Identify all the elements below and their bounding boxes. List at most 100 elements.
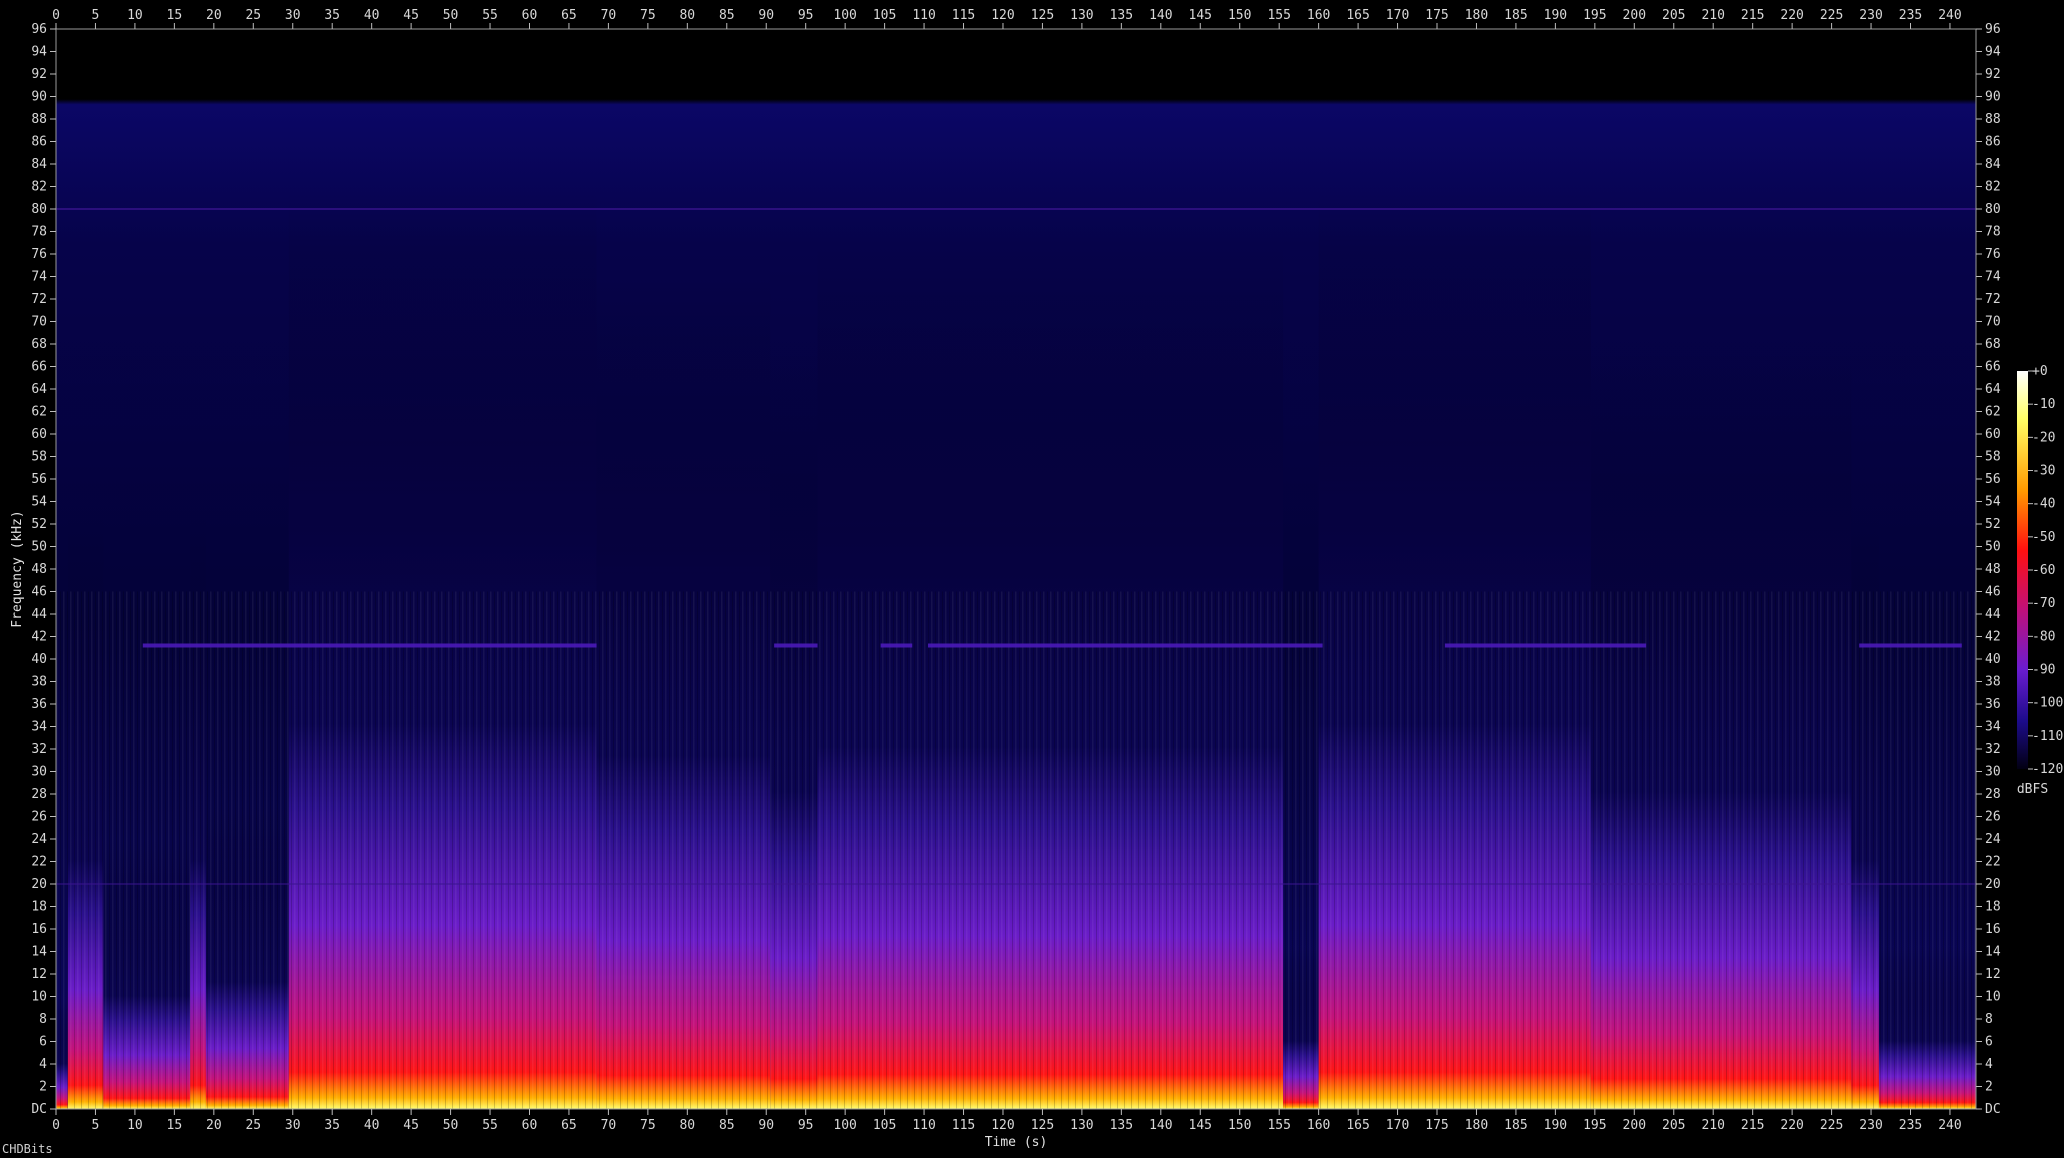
y-tick-label-right: 82 xyxy=(1985,180,2001,195)
x-tick-label-top: 220 xyxy=(1780,8,1803,23)
colorbar-tick-label: -10 xyxy=(2032,397,2055,412)
tone-line xyxy=(880,643,913,648)
x-tick-label-top: 50 xyxy=(443,8,459,23)
y-tick-label-right: 62 xyxy=(1985,405,2001,420)
y-tick-label-right: 38 xyxy=(1985,675,2001,690)
x-tick-label-top: 70 xyxy=(601,8,617,23)
y-tick-label: 24 xyxy=(31,832,47,847)
x-tick-label-top: 185 xyxy=(1504,8,1527,23)
x-tick-label: 5 xyxy=(92,1118,100,1133)
y-tick-label: 42 xyxy=(31,630,47,645)
y-tick-label-right: 8 xyxy=(1985,1012,1993,1027)
x-tick-label-top: 95 xyxy=(798,8,814,23)
y-tick-label: 58 xyxy=(31,450,47,465)
x-tick-label-top: 30 xyxy=(285,8,301,23)
x-tick-label: 55 xyxy=(482,1118,498,1133)
x-tick-label: 60 xyxy=(522,1118,538,1133)
y-tick-label-right: 80 xyxy=(1985,202,2001,217)
colorbar-tick-label: -30 xyxy=(2032,464,2055,479)
y-tick-label-right: 92 xyxy=(1985,67,2001,82)
x-tick-label: 170 xyxy=(1386,1118,1409,1133)
x-tick-label-top: 155 xyxy=(1267,8,1290,23)
x-tick-label-top: 120 xyxy=(991,8,1014,23)
x-tick-label-top: 40 xyxy=(364,8,380,23)
x-tick-label-top: 150 xyxy=(1228,8,1251,23)
colorbar-tick-label: -110 xyxy=(2032,729,2063,744)
x-tick-label: 185 xyxy=(1504,1118,1527,1133)
x-tick-label-top: 130 xyxy=(1070,8,1093,23)
x-tick-label-top: 160 xyxy=(1307,8,1330,23)
y-tick-label: 92 xyxy=(31,67,47,82)
x-tick-label-top: 195 xyxy=(1583,8,1606,23)
y-tick-label-right: 84 xyxy=(1985,157,2001,172)
x-tick-label-top: 5 xyxy=(92,8,100,23)
colorbar-tick-label: -60 xyxy=(2032,563,2055,578)
y-tick-label-right: 72 xyxy=(1985,292,2001,307)
y-tick-label: 62 xyxy=(31,405,47,420)
colorbar-tick-label: -20 xyxy=(2032,430,2055,445)
y-tick-label: 26 xyxy=(31,810,47,825)
colorbar-tick-label: -120 xyxy=(2032,762,2063,777)
x-tick-label: 195 xyxy=(1583,1118,1606,1133)
y-tick-label-right: 94 xyxy=(1985,45,2001,60)
y-tick-label: 28 xyxy=(31,787,47,802)
y-tick-label-right: 14 xyxy=(1985,945,2001,960)
y-tick-label-right: 26 xyxy=(1985,810,2001,825)
y-tick-label: 88 xyxy=(31,112,47,127)
x-tick-label: 95 xyxy=(798,1118,814,1133)
tone-line xyxy=(928,643,1323,648)
y-tick-label: 84 xyxy=(31,157,47,172)
y-tick-label: 56 xyxy=(31,472,47,487)
x-tick-label-top: 60 xyxy=(522,8,538,23)
y-tick-label: 16 xyxy=(31,922,47,937)
x-tick-label: 165 xyxy=(1346,1118,1369,1133)
x-tick-label-top: 75 xyxy=(640,8,656,23)
y-tick-label: 90 xyxy=(31,90,47,105)
colorbar: +0 -10 -20 -30 -40 -50 -60 -70 -80 -90 -100 -110 -12… xyxy=(2017,364,2063,797)
y-tick-label: 40 xyxy=(31,652,47,667)
y-tick-label-right: 50 xyxy=(1985,540,2001,555)
x-tick-label-top: 170 xyxy=(1386,8,1409,23)
x-tick-label-top: 180 xyxy=(1465,8,1488,23)
y-tick-label-right: 34 xyxy=(1985,720,2001,735)
x-tick-label-top: 135 xyxy=(1110,8,1133,23)
y-tick-label-right: 10 xyxy=(1985,990,2001,1005)
x-tick-label: 90 xyxy=(758,1118,774,1133)
y-tick-label-right: 76 xyxy=(1985,247,2001,262)
y-tick-label: 12 xyxy=(31,967,47,982)
x-tick-label: 240 xyxy=(1938,1118,1961,1133)
x-tick-label-top: 205 xyxy=(1662,8,1685,23)
x-axis-label: Time (s) xyxy=(985,1135,1048,1150)
x-tick-label: 10 xyxy=(127,1118,143,1133)
y-tick-label-right: 74 xyxy=(1985,270,2001,285)
x-tick-label: 120 xyxy=(991,1118,1014,1133)
tone-line xyxy=(774,643,818,648)
y-tick-label: 54 xyxy=(31,495,47,510)
x-tick-label-top: 165 xyxy=(1346,8,1369,23)
x-tick-label: 175 xyxy=(1425,1118,1448,1133)
x-tick-label: 105 xyxy=(873,1118,896,1133)
y-tick-label-right: 52 xyxy=(1985,517,2001,532)
x-tick-label: 135 xyxy=(1110,1118,1133,1133)
x-tick-label: 180 xyxy=(1465,1118,1488,1133)
colorbar-label: dBFS xyxy=(2017,782,2048,797)
colorbar-tick-label: -100 xyxy=(2032,696,2063,711)
x-tick-label-top: 85 xyxy=(719,8,735,23)
x-tick-label: 150 xyxy=(1228,1118,1251,1133)
x-tick-label: 80 xyxy=(679,1118,695,1133)
x-tick-label-top: 125 xyxy=(1031,8,1054,23)
colorbar-tick-label: -80 xyxy=(2032,629,2055,644)
tone-line-80khz xyxy=(56,208,1976,210)
x-tick-label-top: 145 xyxy=(1189,8,1212,23)
y-tick-label-right: 86 xyxy=(1985,135,2001,150)
x-tick-label-top: 115 xyxy=(952,8,975,23)
x-tick-label-top: 80 xyxy=(679,8,695,23)
y-tick-label-right: DC xyxy=(1985,1102,2001,1117)
brand-label: CHDBits xyxy=(2,1142,53,1156)
x-tick-label: 190 xyxy=(1544,1118,1567,1133)
y-tick-label-right: 44 xyxy=(1985,607,2001,622)
colorbar-tick-label: +0 xyxy=(2032,364,2048,379)
y-tick-label-right: 12 xyxy=(1985,967,2001,982)
x-tick-label: 130 xyxy=(1070,1118,1093,1133)
x-tick-label: 200 xyxy=(1623,1118,1646,1133)
